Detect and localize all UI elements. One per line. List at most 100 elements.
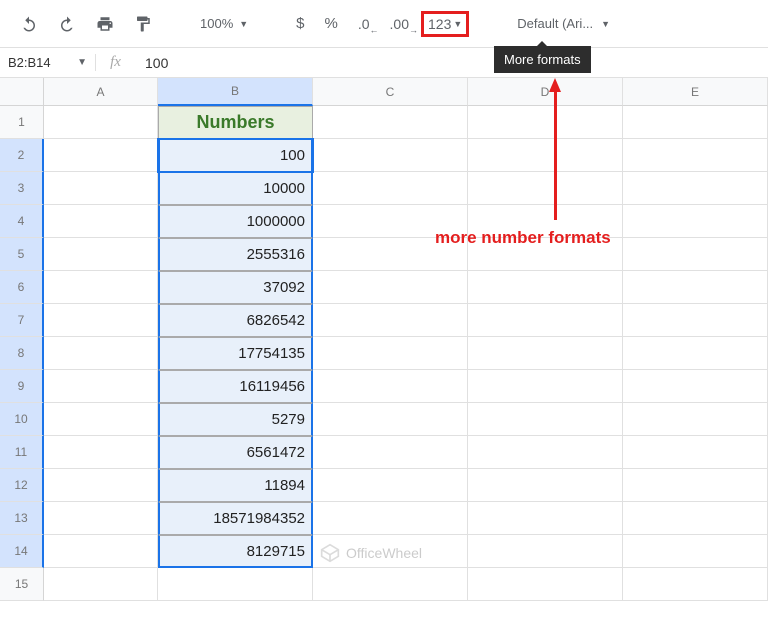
cell[interactable] — [623, 271, 768, 304]
cell[interactable] — [623, 568, 768, 601]
cell[interactable] — [44, 469, 158, 502]
cell[interactable] — [44, 304, 158, 337]
cell[interactable] — [313, 304, 468, 337]
cell[interactable] — [623, 172, 768, 205]
cell[interactable] — [44, 535, 158, 568]
row-header[interactable]: 4 — [0, 205, 44, 238]
cell[interactable] — [623, 436, 768, 469]
cell[interactable] — [313, 271, 468, 304]
col-header[interactable]: B — [158, 78, 313, 106]
cell[interactable] — [44, 436, 158, 469]
cell[interactable] — [468, 403, 623, 436]
cell[interactable]: 2555316 — [158, 238, 313, 271]
cell[interactable] — [313, 370, 468, 403]
cell[interactable]: 8129715 — [158, 535, 313, 568]
cell[interactable]: 37092 — [158, 271, 313, 304]
row-header[interactable]: 15 — [0, 568, 44, 601]
cell[interactable] — [468, 535, 623, 568]
cell[interactable] — [623, 469, 768, 502]
cell[interactable] — [468, 436, 623, 469]
cell[interactable] — [44, 502, 158, 535]
row-header[interactable]: 2 — [0, 139, 44, 172]
cell[interactable] — [623, 139, 768, 172]
cell[interactable] — [44, 370, 158, 403]
cell[interactable]: 11894 — [158, 469, 313, 502]
col-header[interactable]: C — [313, 78, 468, 106]
cell[interactable] — [623, 304, 768, 337]
cell[interactable] — [623, 535, 768, 568]
cell[interactable] — [468, 106, 623, 139]
undo-button[interactable] — [12, 9, 46, 39]
cell[interactable] — [468, 139, 623, 172]
cell[interactable] — [44, 106, 158, 139]
col-header[interactable]: E — [623, 78, 768, 106]
select-all-corner[interactable] — [0, 78, 44, 106]
cell[interactable]: 1000000 — [158, 205, 313, 238]
cell[interactable] — [623, 337, 768, 370]
cell[interactable] — [623, 106, 768, 139]
cell[interactable] — [313, 403, 468, 436]
cell[interactable] — [623, 205, 768, 238]
paint-format-button[interactable] — [126, 9, 160, 39]
row-header[interactable]: 12 — [0, 469, 44, 502]
cell[interactable] — [313, 469, 468, 502]
cell[interactable] — [313, 568, 468, 601]
col-header[interactable]: D — [468, 78, 623, 106]
row-header[interactable]: 3 — [0, 172, 44, 205]
cell[interactable] — [158, 568, 313, 601]
print-button[interactable] — [88, 9, 122, 39]
cell[interactable] — [468, 238, 623, 271]
redo-button[interactable] — [50, 9, 84, 39]
cell[interactable] — [468, 271, 623, 304]
cell[interactable] — [468, 370, 623, 403]
cell[interactable]: 6826542 — [158, 304, 313, 337]
cell[interactable] — [623, 502, 768, 535]
cell[interactable] — [313, 205, 468, 238]
row-header[interactable]: 14 — [0, 535, 44, 568]
row-header[interactable]: 6 — [0, 271, 44, 304]
cell[interactable] — [44, 238, 158, 271]
row-header[interactable]: 13 — [0, 502, 44, 535]
cell[interactable]: 100 — [158, 139, 313, 172]
row-header[interactable]: 1 — [0, 106, 44, 139]
cell-header[interactable]: Numbers — [158, 106, 313, 139]
col-header[interactable]: A — [44, 78, 158, 106]
cell[interactable] — [44, 139, 158, 172]
cell[interactable] — [44, 172, 158, 205]
cell[interactable] — [468, 568, 623, 601]
cell[interactable] — [468, 205, 623, 238]
format-percent-button[interactable]: % — [317, 9, 346, 38]
cell[interactable] — [313, 337, 468, 370]
cell[interactable] — [623, 238, 768, 271]
cell[interactable]: 5279 — [158, 403, 313, 436]
cell[interactable] — [313, 139, 468, 172]
cell[interactable] — [313, 238, 468, 271]
cell[interactable] — [44, 568, 158, 601]
cell[interactable] — [468, 304, 623, 337]
increase-decimal-button[interactable]: .00→ — [382, 10, 417, 38]
row-header[interactable]: 9 — [0, 370, 44, 403]
cell[interactable]: 18571984352 — [158, 502, 313, 535]
cell[interactable]: 17754135 — [158, 337, 313, 370]
cell[interactable] — [623, 370, 768, 403]
cell[interactable] — [44, 403, 158, 436]
more-formats-button[interactable]: 123 ▼ — [421, 11, 469, 37]
cell[interactable] — [468, 337, 623, 370]
cell[interactable] — [313, 106, 468, 139]
zoom-dropdown[interactable]: 100% ▼ — [192, 12, 256, 35]
cell[interactable]: 16119456 — [158, 370, 313, 403]
row-header[interactable]: 10 — [0, 403, 44, 436]
cell[interactable] — [313, 436, 468, 469]
cell[interactable] — [44, 205, 158, 238]
cell[interactable] — [44, 337, 158, 370]
font-dropdown[interactable]: Default (Ari... ▼ — [509, 12, 618, 35]
cell[interactable] — [623, 403, 768, 436]
cell[interactable]: 10000 — [158, 172, 313, 205]
cell[interactable] — [313, 502, 468, 535]
cell[interactable]: 6561472 — [158, 436, 313, 469]
cell[interactable] — [468, 172, 623, 205]
row-header[interactable]: 7 — [0, 304, 44, 337]
row-header[interactable]: 5 — [0, 238, 44, 271]
format-currency-button[interactable]: $ — [288, 9, 312, 38]
cell[interactable] — [468, 502, 623, 535]
